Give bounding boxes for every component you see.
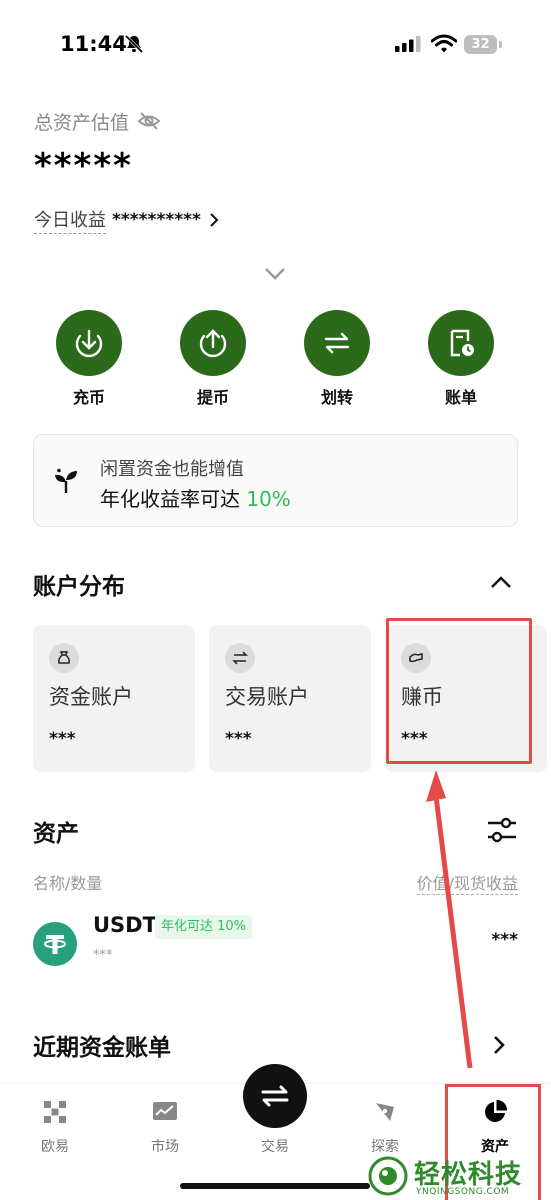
nav-explore[interactable]: 探索 [345, 1098, 425, 1156]
bell-off-icon [124, 34, 144, 54]
watermark: 轻松科技 YNQINGSONG.COM [364, 1154, 551, 1200]
bill-button[interactable]: 账单 [416, 310, 506, 408]
watermark-text: 轻松科技 [414, 1160, 523, 1190]
deposit-label: 充币 [72, 388, 105, 407]
transfer-label: 划转 [320, 388, 353, 407]
transfer-button[interactable]: 划转 [292, 310, 382, 408]
battery-indicator: 32 [464, 35, 502, 54]
apy-badge: 年化可达 10% [155, 915, 253, 939]
annotation-highlight-box [386, 618, 532, 764]
trading-account-name: 交易账户 [225, 685, 309, 709]
asset-name: USDT [93, 913, 157, 937]
column-header-name: 名称/数量 [33, 874, 103, 893]
deposit-icon [75, 329, 103, 358]
recent-bills-title[interactable]: 近期资金账单 [33, 1028, 171, 1062]
earn-promo-card[interactable]: 闲置资金也能增值 年化收益率可达 10% [33, 434, 518, 527]
trading-account-card[interactable]: 交易账户 *** [209, 625, 371, 772]
filter-sliders-icon[interactable] [486, 816, 518, 844]
chevron-down-icon[interactable] [264, 266, 286, 282]
wifi-icon [431, 34, 457, 53]
bill-icon [450, 329, 474, 357]
today-earnings-value: ********** [112, 210, 201, 230]
status-time: 11:44 [60, 32, 127, 56]
funding-account-value: *** [49, 729, 76, 749]
chevron-up-icon[interactable] [490, 574, 512, 590]
compass-icon [376, 1103, 394, 1121]
status-bar: 11:44 32 [0, 0, 551, 90]
okx-logo-icon [44, 1101, 66, 1123]
nav-okx-label: 欧易 [41, 1139, 69, 1155]
eye-off-icon[interactable] [137, 109, 161, 133]
asset-value: *** [491, 930, 518, 950]
withdraw-label: 提币 [196, 388, 229, 407]
total-asset-header: 总资产估值 [34, 108, 161, 134]
nav-trade-label: 交易 [261, 1139, 289, 1155]
swap-icon [232, 651, 248, 665]
deposit-button[interactable]: 充币 [44, 310, 134, 408]
trade-swap-icon [261, 1085, 289, 1107]
assets-title: 资产 [33, 821, 79, 847]
promo-subtitle: 年化收益率可达 10% [100, 487, 291, 511]
today-earnings-label: 今日收益 [34, 206, 106, 234]
asset-amount: *** [93, 948, 113, 963]
promo-rate: 10% [246, 487, 291, 511]
transfer-icon [324, 332, 350, 354]
battery-level: 32 [464, 35, 497, 54]
promo-title: 闲置资金也能增值 [100, 459, 244, 480]
home-indicator [180, 1183, 370, 1189]
chevron-right-icon [210, 213, 219, 227]
watermark-subtext: YNQINGSONG.COM [416, 1187, 510, 1197]
nav-market-label: 市场 [151, 1139, 179, 1155]
money-bag-icon [58, 651, 70, 664]
today-earnings-link[interactable]: 今日收益 ********** [34, 206, 221, 234]
chevron-right-icon[interactable] [492, 1034, 506, 1056]
account-distribution-title: 账户分布 [33, 574, 125, 600]
signal-icon [395, 36, 421, 52]
funding-account-name: 资金账户 [49, 685, 133, 709]
market-chart-icon [153, 1102, 177, 1120]
trading-account-value: *** [225, 729, 252, 749]
total-asset-value: ***** [34, 146, 133, 186]
nav-trade-button[interactable] [243, 1064, 307, 1128]
withdraw-icon [199, 329, 227, 358]
bill-label: 账单 [444, 388, 477, 407]
quick-actions: 充币 提币 划转 账单 [34, 310, 518, 408]
nav-explore-label: 探索 [371, 1139, 399, 1155]
sprout-icon [55, 468, 77, 493]
total-asset-label: 总资产估值 [34, 111, 130, 134]
withdraw-button[interactable]: 提币 [168, 310, 258, 408]
annotation-arrow [426, 770, 473, 1069]
watermark-logo-icon [368, 1156, 408, 1196]
nav-market[interactable]: 市场 [125, 1098, 205, 1156]
usdt-logo-icon [33, 922, 77, 966]
nav-okx[interactable]: 欧易 [15, 1098, 95, 1156]
funding-account-card[interactable]: 资金账户 *** [33, 625, 195, 772]
